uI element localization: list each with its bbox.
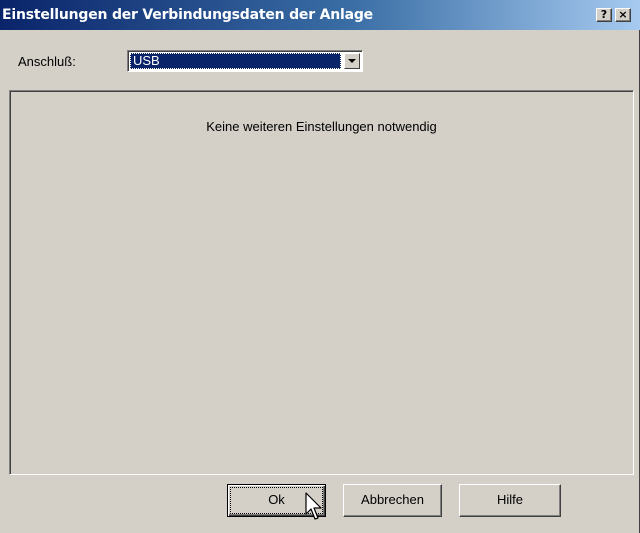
cancel-button-label: Abbrechen (361, 492, 424, 507)
chevron-down-icon[interactable] (344, 53, 360, 69)
window-title: Einstellungen der Verbindungsdaten der A… (2, 7, 373, 23)
panel-message: Keine weiteren Einstellungen notwendig (206, 119, 437, 134)
connection-select[interactable]: USB (127, 50, 363, 72)
title-bar[interactable]: Einstellungen der Verbindungsdaten der A… (0, 0, 640, 30)
cancel-button[interactable]: Abbrechen (343, 484, 442, 517)
mouse-pointer-icon (305, 492, 322, 520)
help-button[interactable]: Hilfe (459, 484, 561, 517)
connection-label: Anschluß: (18, 54, 76, 69)
connection-select-value[interactable]: USB (130, 53, 341, 69)
dialog-window: Einstellungen der Verbindungsdaten der A… (0, 0, 640, 533)
help-button-label: Hilfe (496, 492, 523, 507)
help-title-button[interactable]: ? (596, 8, 612, 22)
settings-panel: Keine weiteren Einstellungen notwendig (9, 90, 634, 475)
close-title-button[interactable]: × (615, 8, 631, 22)
